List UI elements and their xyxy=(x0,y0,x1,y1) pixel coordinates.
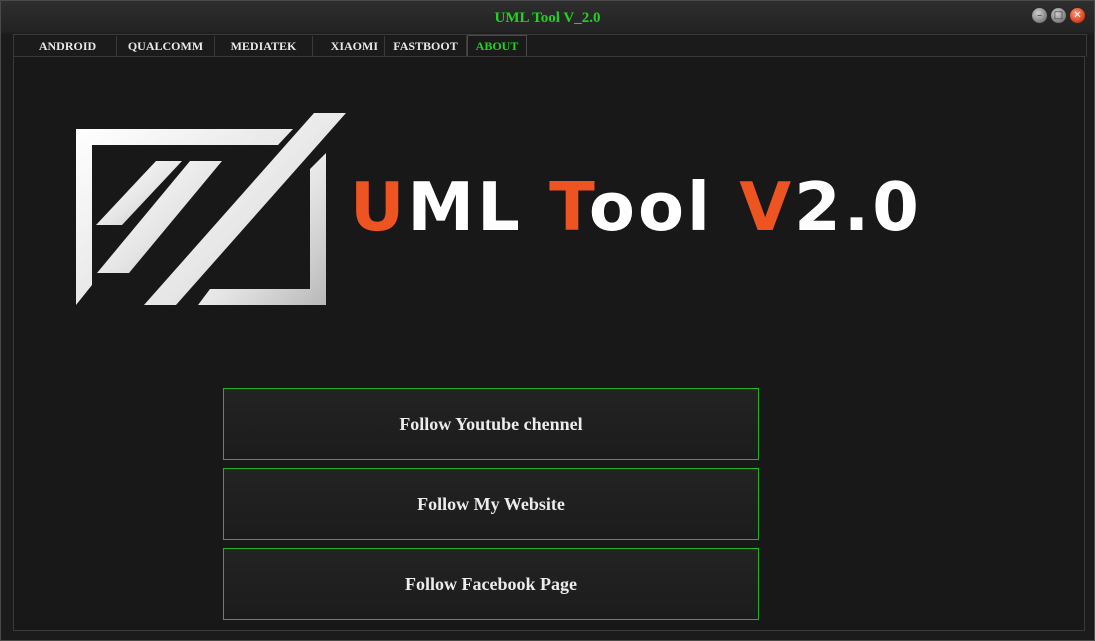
follow-youtube-button[interactable]: Follow Youtube chennel xyxy=(223,388,759,460)
tab-xiaomi[interactable]: XIAOMI xyxy=(313,36,385,56)
tab-qualcomm[interactable]: QUALCOMM xyxy=(117,36,215,56)
logo-letters-ml: ML xyxy=(407,168,550,246)
close-icon[interactable]: ✕ xyxy=(1069,7,1086,24)
about-panel: UML Tool V2.0 Follow Youtube chennel Fol… xyxy=(13,56,1085,631)
app-window: UML Tool V_2.0 – □ ✕ ANDROID QUALCOMM ME… xyxy=(0,0,1095,641)
window-controls: – □ ✕ xyxy=(1031,7,1086,24)
tab-mediatek[interactable]: MEDIATEK xyxy=(215,36,313,56)
logo-letter-u: U xyxy=(350,168,408,246)
logo-letter-t: T xyxy=(549,168,589,246)
logo-letters-ool: ool xyxy=(588,168,740,246)
logo-version: 2.0 xyxy=(794,168,922,246)
tab-android[interactable]: ANDROID xyxy=(19,36,117,56)
maximize-icon[interactable]: □ xyxy=(1050,7,1067,24)
tab-about[interactable]: ABOUT xyxy=(467,35,527,57)
tab-strip: ANDROID QUALCOMM MEDIATEK XIAOMI FASTBOO… xyxy=(13,34,1087,57)
follow-website-button[interactable]: Follow My Website xyxy=(223,468,759,540)
follow-facebook-button[interactable]: Follow Facebook Page xyxy=(223,548,759,620)
title-bar[interactable]: UML Tool V_2.0 – □ ✕ xyxy=(1,1,1094,33)
logo-letter-v: V xyxy=(739,168,795,246)
minimize-icon[interactable]: – xyxy=(1031,7,1048,24)
window-title: UML Tool V_2.0 xyxy=(494,10,601,26)
uml-logo-emblem xyxy=(76,113,346,305)
logo-wordmark: UML Tool V2.0 xyxy=(350,167,1040,247)
tab-fastboot[interactable]: FASTBOOT xyxy=(385,36,467,56)
